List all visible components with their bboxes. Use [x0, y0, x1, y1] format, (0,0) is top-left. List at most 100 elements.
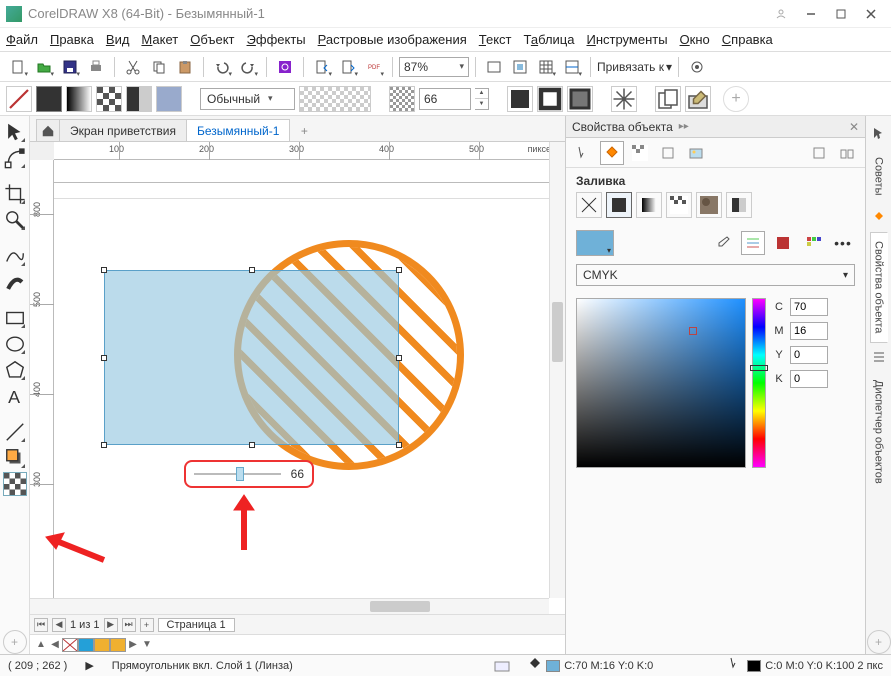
fill-pattern[interactable]	[666, 192, 692, 218]
tab-object-manager[interactable]: Диспетчер объектов	[870, 371, 888, 493]
panel-close-button[interactable]: ✕	[849, 120, 859, 134]
objmgr-icon[interactable]	[867, 345, 891, 369]
palette-swatch[interactable]	[110, 638, 126, 652]
minimize-button[interactable]	[797, 4, 825, 24]
color-sliders-button[interactable]	[741, 231, 765, 255]
home-tab[interactable]	[36, 119, 60, 141]
text-tool[interactable]: A	[3, 384, 27, 408]
palette-up[interactable]: ▲	[34, 639, 48, 650]
palette-left[interactable]: ◀	[48, 639, 62, 650]
fill-none[interactable]	[576, 192, 602, 218]
user-icon[interactable]	[767, 4, 795, 24]
open-button[interactable]	[32, 55, 56, 79]
status-outline-swatch[interactable]	[747, 660, 761, 672]
apply-both-button[interactable]	[567, 86, 593, 112]
tab-bitmap[interactable]	[684, 141, 708, 165]
last-page-button[interactable]: ⏭	[122, 618, 136, 632]
copy-button[interactable]	[147, 55, 171, 79]
zoom-combo[interactable]: 87%	[399, 57, 469, 77]
hue-bar[interactable]	[752, 298, 766, 468]
opacity-field[interactable]: 66	[419, 88, 471, 110]
color-viewer-button[interactable]	[771, 231, 795, 255]
snap-to-dropdown[interactable]: Привязать к ▾	[597, 60, 672, 74]
dropshadow-tool[interactable]	[3, 446, 27, 470]
vertical-scrollbar[interactable]	[549, 142, 565, 598]
artistic-media-tool[interactable]	[3, 270, 27, 294]
tab-transparency[interactable]	[628, 141, 652, 165]
menu-view[interactable]: Вид	[106, 32, 130, 47]
tab-scroll-mode[interactable]	[807, 141, 831, 165]
add-page-button[interactable]: +	[140, 618, 154, 632]
more-options-button[interactable]: •••	[831, 231, 855, 255]
import-button[interactable]	[310, 55, 334, 79]
menu-layout[interactable]: Макет	[141, 32, 178, 47]
eyedropper-button[interactable]	[711, 231, 735, 255]
apply-outline-button[interactable]	[537, 86, 563, 112]
fill-uniform[interactable]	[606, 192, 632, 218]
menu-object[interactable]: Объект	[190, 32, 234, 47]
fill-color-swatch[interactable]	[576, 230, 614, 256]
add-preset-button[interactable]: +	[723, 86, 749, 112]
fill-texture[interactable]	[696, 192, 722, 218]
palette-swatch[interactable]	[94, 638, 110, 652]
color-model-combo[interactable]: CMYK	[576, 264, 855, 286]
menu-tools[interactable]: Инструменты	[586, 32, 667, 47]
tab-outline[interactable]	[572, 141, 596, 165]
tab-summary[interactable]	[656, 141, 680, 165]
tab-tab-mode[interactable]	[835, 141, 859, 165]
publish-pdf-button[interactable]: PDF	[362, 55, 386, 79]
undo-button[interactable]	[210, 55, 234, 79]
canvas[interactable]: 66	[54, 160, 565, 614]
options-button[interactable]	[685, 55, 709, 79]
grid-button[interactable]	[534, 55, 558, 79]
polygon-tool[interactable]	[3, 358, 27, 382]
freeze-button[interactable]	[611, 86, 637, 112]
rectangle-object[interactable]	[104, 270, 399, 445]
fill-postscript[interactable]	[726, 192, 752, 218]
props-icon[interactable]	[867, 206, 891, 230]
menu-help[interactable]: Справка	[722, 32, 773, 47]
transparency-pattern-button[interactable]	[96, 86, 122, 112]
color-palettes-button[interactable]	[801, 231, 825, 255]
transparency-fountain-button[interactable]	[66, 86, 92, 112]
y-field[interactable]	[790, 346, 828, 364]
menu-effects[interactable]: Эффекты	[247, 32, 306, 47]
paste-button[interactable]	[173, 55, 197, 79]
search-content-button[interactable]	[273, 55, 297, 79]
menu-bitmap[interactable]: Растровые изображения	[318, 32, 467, 47]
apply-fill-button[interactable]	[507, 86, 533, 112]
welcome-tab[interactable]: Экран приветствия	[59, 119, 187, 141]
k-field[interactable]	[790, 370, 828, 388]
transparency-tool[interactable]	[3, 472, 27, 496]
palette-down[interactable]: ▼	[140, 639, 154, 650]
color-proof-icon[interactable]	[494, 659, 510, 673]
status-fill-swatch[interactable]	[546, 660, 560, 672]
opacity-slider-popup[interactable]: 66	[184, 460, 314, 488]
print-button[interactable]	[84, 55, 108, 79]
fill-fountain[interactable]	[636, 192, 662, 218]
redo-button[interactable]	[236, 55, 260, 79]
opacity-spinner[interactable]: ▲▼	[475, 88, 489, 110]
fullscreen-button[interactable]	[482, 55, 506, 79]
prev-page-button[interactable]: ◀	[52, 618, 66, 632]
transparency-preview[interactable]	[299, 86, 371, 112]
new-tab-button[interactable]: +	[294, 121, 314, 141]
transparency-twocolor-button[interactable]	[126, 86, 152, 112]
save-button[interactable]	[58, 55, 82, 79]
next-page-button[interactable]: ▶	[104, 618, 118, 632]
horizontal-ruler[interactable]: 100 200 300 400 500 пиксели	[54, 142, 565, 160]
export-button[interactable]	[336, 55, 360, 79]
page-tab[interactable]: Страница 1	[158, 618, 235, 632]
zoom-tool[interactable]	[3, 208, 27, 232]
first-page-button[interactable]: ⏮	[34, 618, 48, 632]
maximize-button[interactable]	[827, 4, 855, 24]
transparency-none-button[interactable]	[6, 86, 32, 112]
freehand-tool[interactable]	[3, 244, 27, 268]
menu-file[interactable]: Файл	[6, 32, 38, 47]
menu-edit[interactable]: Правка	[50, 32, 94, 47]
palette-none[interactable]	[62, 638, 78, 652]
preview-button[interactable]	[508, 55, 532, 79]
c-field[interactable]	[790, 298, 828, 316]
rectangle-tool[interactable]	[3, 306, 27, 330]
pick-tool[interactable]	[3, 120, 27, 144]
